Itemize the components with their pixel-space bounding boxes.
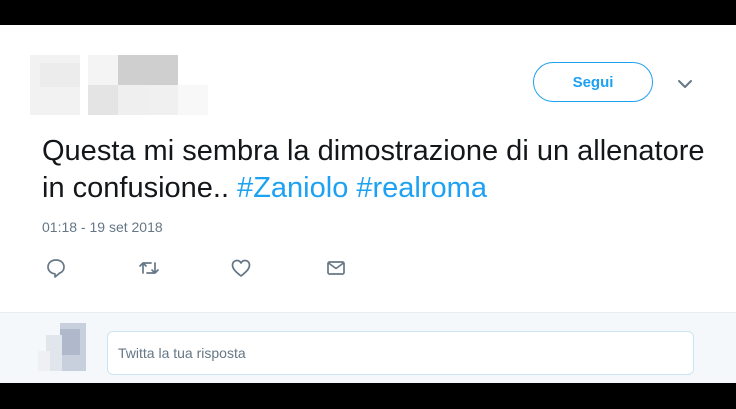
tweet-text: Questa mi sembra la dimostrazione di un … [42,133,722,207]
follow-button-label: Segui [572,73,614,91]
retweet-icon[interactable] [137,257,161,279]
chevron-down-icon[interactable] [676,75,694,93]
pixelated-name [118,55,178,85]
hashtag-link[interactable]: #realroma [356,172,487,204]
reply-input[interactable] [107,331,694,375]
tweet-card: Segui Questa mi sembra la dimostrazione … [0,25,736,383]
tweet-timestamp[interactable]: 01:18 - 19 set 2018 [42,219,163,235]
reply-icon[interactable] [45,257,67,279]
hashtag-link[interactable]: #Zaniolo [237,172,348,204]
redacted-user-info [30,55,210,117]
follow-button[interactable]: Segui [533,62,653,102]
avatar [38,321,90,373]
direct-message-icon[interactable] [325,257,347,279]
reply-bar [0,312,736,383]
like-icon[interactable] [230,257,252,279]
